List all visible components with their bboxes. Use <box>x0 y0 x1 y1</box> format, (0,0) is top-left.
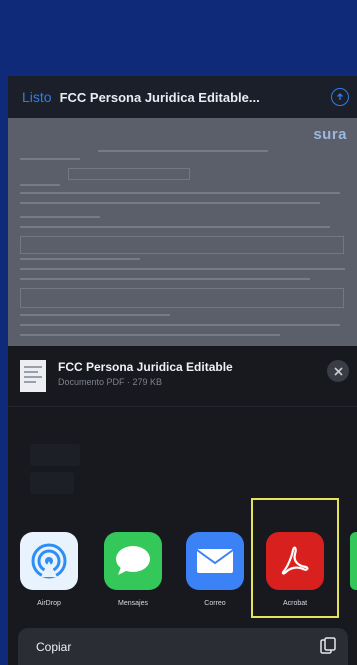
pdf-thumbnail <box>20 360 46 392</box>
share-app-airdrop[interactable]: AirDrop <box>18 532 80 607</box>
app-label: Correo <box>204 600 226 607</box>
app-label: AirDrop <box>37 600 61 607</box>
doc-line <box>20 334 280 336</box>
doc-field <box>20 288 344 308</box>
doc-field <box>68 168 190 180</box>
divider <box>8 406 357 407</box>
share-circle-icon[interactable] <box>331 88 349 106</box>
copy-label: Copiar <box>36 640 72 654</box>
doc-line <box>20 226 330 228</box>
messages-icon <box>104 532 162 590</box>
doc-line <box>20 278 310 280</box>
airdrop-icon <box>20 532 78 590</box>
copy-icon <box>320 637 336 660</box>
document-title: FCC Persona Juridica Editable... <box>59 89 260 105</box>
doc-line <box>20 158 80 160</box>
next-app-icon[interactable] <box>350 532 357 590</box>
doc-line <box>20 184 60 186</box>
doc-line <box>20 268 345 270</box>
doc-line <box>20 192 340 194</box>
doc-line <box>98 150 268 152</box>
acrobat-highlight-box <box>251 498 339 618</box>
doc-line <box>20 258 140 260</box>
file-meta: Documento PDF · 279 KB <box>58 377 163 387</box>
doc-line <box>20 314 170 316</box>
done-button[interactable]: Listo <box>22 89 52 105</box>
doc-line <box>20 324 340 326</box>
close-icon[interactable] <box>327 360 349 382</box>
sura-logo: sura <box>313 126 347 143</box>
doc-field <box>20 236 344 254</box>
document-preview: sura <box>8 118 357 346</box>
share-app-mail[interactable]: Correo <box>184 532 246 607</box>
doc-line <box>20 202 320 204</box>
doc-line <box>20 216 100 218</box>
copy-action[interactable]: Copiar <box>18 628 348 665</box>
share-app-messages[interactable]: Mensajes <box>102 532 164 607</box>
file-name: FCC Persona Juridica Editable <box>58 360 233 374</box>
share-screen: Listo FCC Persona Juridica Editable... s… <box>8 76 357 665</box>
placeholder-block <box>30 444 80 466</box>
app-label: Mensajes <box>118 600 148 607</box>
placeholder-block <box>30 472 74 494</box>
share-sheet: FCC Persona Juridica Editable Documento … <box>8 346 357 665</box>
navigation-bar: Listo FCC Persona Juridica Editable... <box>8 76 357 118</box>
mail-icon <box>186 532 244 590</box>
